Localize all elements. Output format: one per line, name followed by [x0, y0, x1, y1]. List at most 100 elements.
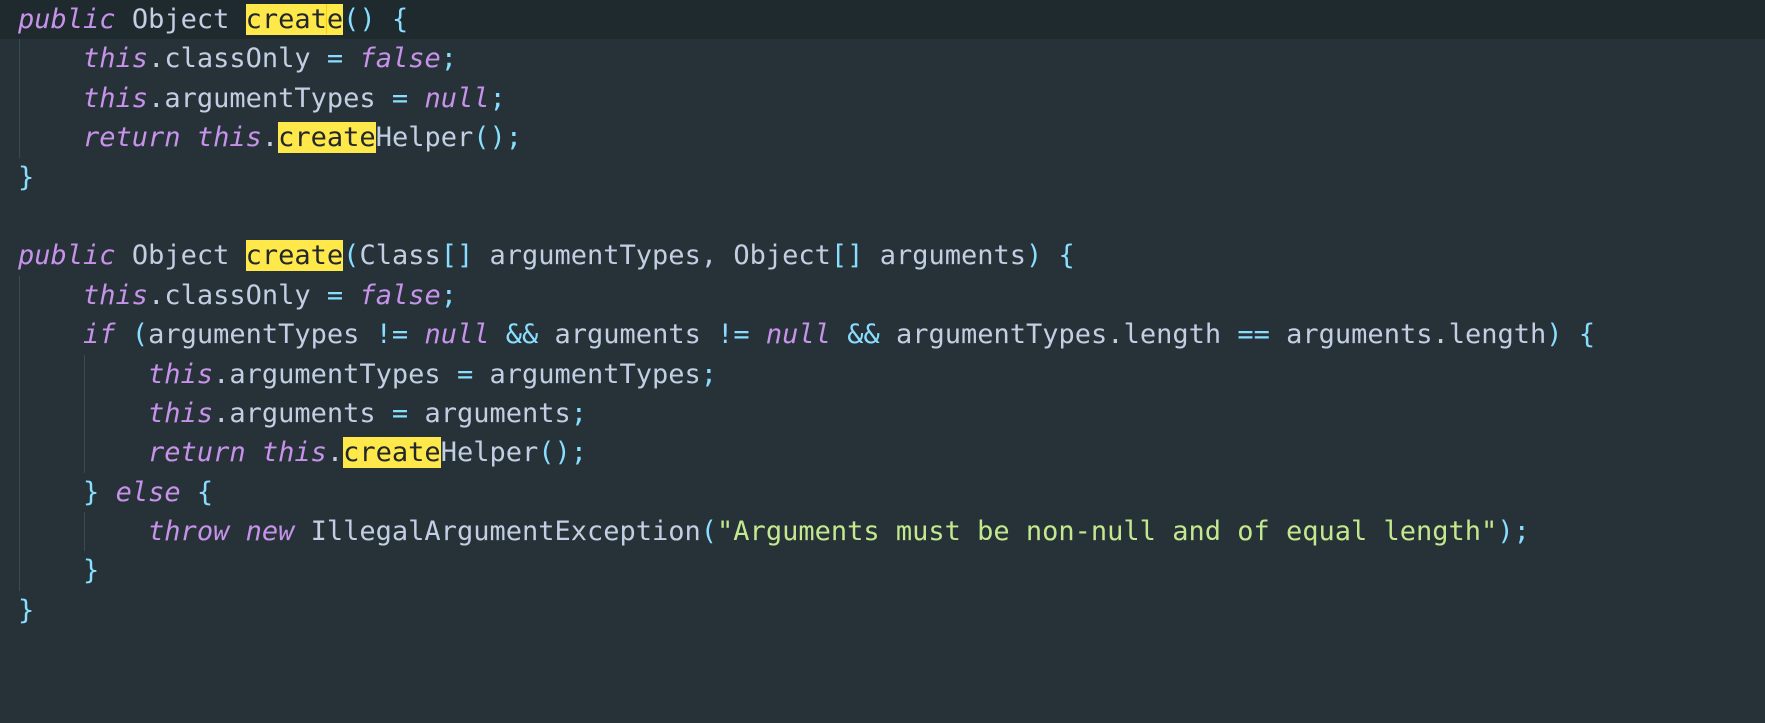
code-token: Helper [376, 122, 474, 153]
code-line[interactable] [0, 197, 1765, 236]
code-token [18, 477, 83, 508]
code-token: } [83, 555, 99, 586]
code-token: new [246, 516, 295, 547]
code-token [831, 319, 847, 350]
code-token: return [83, 122, 181, 153]
code-token: = [392, 83, 408, 114]
code-token: arguments [229, 398, 375, 429]
code-token: && [847, 319, 880, 350]
code-token: { [1579, 319, 1595, 350]
code-token: Object [132, 240, 230, 271]
code-token [473, 240, 489, 271]
indent-guide [84, 512, 85, 551]
code-token [1270, 319, 1286, 350]
code-line[interactable]: return this.createHelper(); [0, 433, 1765, 472]
code-token: } [83, 477, 99, 508]
indent-guide [19, 276, 20, 315]
code-token [246, 437, 262, 468]
code-line[interactable]: this.argumentTypes = null; [0, 79, 1765, 118]
code-token [18, 319, 83, 350]
code-token [99, 477, 115, 508]
code-line[interactable]: this.argumentTypes = argumentTypes; [0, 355, 1765, 394]
code-token [18, 122, 83, 153]
code-token: classOnly [164, 280, 310, 311]
code-token: = [457, 359, 473, 390]
code-token [408, 83, 424, 114]
code-line[interactable]: this.classOnly = false; [0, 39, 1765, 78]
search-match-highlight: create [278, 122, 376, 153]
indent-guide [19, 39, 20, 78]
code-token [376, 4, 392, 35]
code-token: } [18, 162, 34, 193]
code-token [311, 43, 327, 74]
code-token: this [83, 280, 148, 311]
indent-guide [84, 433, 85, 472]
code-token: = [327, 43, 343, 74]
code-line[interactable]: this.classOnly = false; [0, 276, 1765, 315]
code-token: ; [571, 398, 587, 429]
code-token: { [197, 477, 213, 508]
code-line[interactable]: this.arguments = arguments; [0, 394, 1765, 433]
search-match-highlight: creat [246, 4, 327, 35]
code-token: == [1237, 319, 1270, 350]
code-token [1563, 319, 1579, 350]
code-token: () [343, 4, 376, 35]
code-token [229, 240, 245, 271]
code-token: . [148, 83, 164, 114]
code-token [181, 122, 197, 153]
code-token [376, 398, 392, 429]
code-token: this [262, 437, 327, 468]
code-token [229, 4, 245, 35]
indent-guide [19, 355, 20, 394]
search-match-highlight: e [327, 4, 343, 35]
indent-guide [19, 79, 20, 118]
code-token [863, 240, 879, 271]
code-line[interactable]: throw new IllegalArgumentException("Argu… [0, 512, 1765, 551]
code-token: null [424, 83, 489, 114]
code-token: length [1124, 319, 1222, 350]
code-line[interactable]: public Object create() { [0, 0, 1765, 39]
code-token: ) [1026, 240, 1042, 271]
code-line[interactable]: public Object create(Class[] argumentTyp… [0, 236, 1765, 275]
code-token: (); [538, 437, 587, 468]
indent-guide [19, 473, 20, 512]
code-token [18, 43, 83, 74]
code-token [181, 477, 197, 508]
code-token: null [424, 319, 489, 350]
code-token [408, 398, 424, 429]
code-token [717, 240, 733, 271]
code-token [441, 359, 457, 390]
code-token: return [148, 437, 246, 468]
code-token: classOnly [164, 43, 310, 74]
indent-guide [84, 394, 85, 433]
code-token: . [148, 43, 164, 74]
indent-guide [19, 433, 20, 472]
code-line[interactable]: } else { [0, 473, 1765, 512]
code-token: public [18, 4, 116, 35]
code-token: Class [359, 240, 440, 271]
code-line[interactable]: } [0, 591, 1765, 630]
code-token: . [213, 359, 229, 390]
code-line[interactable]: } [0, 551, 1765, 590]
code-token: && [506, 319, 539, 350]
code-text-area[interactable]: public Object create() { this.classOnly … [0, 0, 1765, 723]
code-token: [] [831, 240, 864, 271]
code-token: argumentTypes [489, 359, 700, 390]
code-editor[interactable]: public Object create() { this.classOnly … [0, 0, 1765, 723]
code-line[interactable]: } [0, 158, 1765, 197]
code-line[interactable]: if (argumentTypes != null && arguments !… [0, 315, 1765, 354]
code-token [880, 319, 896, 350]
code-line[interactable]: return this.createHelper(); [0, 118, 1765, 157]
code-token: this [197, 122, 262, 153]
code-token: arguments [1286, 319, 1432, 350]
code-token: Object [733, 240, 831, 271]
code-token: null [766, 319, 831, 350]
code-token: ( [132, 319, 148, 350]
indent-guide [84, 355, 85, 394]
code-token [1042, 240, 1058, 271]
code-token: } [18, 595, 34, 626]
code-token: argumentTypes [164, 83, 375, 114]
code-token: this [83, 83, 148, 114]
code-token: . [1432, 319, 1448, 350]
code-token: arguments [555, 319, 701, 350]
